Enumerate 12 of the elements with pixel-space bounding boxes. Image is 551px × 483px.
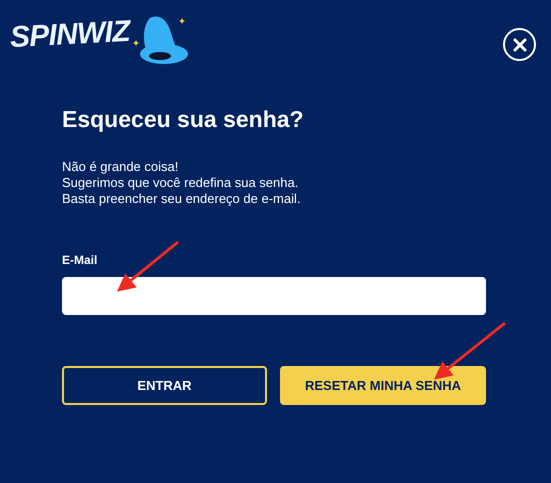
logo-text: SPINWIZ [9, 16, 130, 54]
message-line: Não é grande coisa! [62, 159, 180, 175]
message-line: Basta preencher seu endereço de e-mail. [62, 191, 302, 207]
dialog-title: Esqueceu sua senha? [62, 108, 305, 131]
arrow [117, 240, 179, 292]
close-button[interactable] [503, 28, 536, 61]
close-icon [512, 38, 526, 52]
message-line: Sugerimos que você redefina sua senha. [62, 175, 300, 191]
reset-password-button[interactable]: RESETAR MINHA SENHA [280, 366, 486, 405]
field-label: E-Mail [62, 252, 98, 269]
email-field[interactable] [62, 277, 486, 315]
login-button[interactable]: ENTRAR [62, 366, 267, 405]
